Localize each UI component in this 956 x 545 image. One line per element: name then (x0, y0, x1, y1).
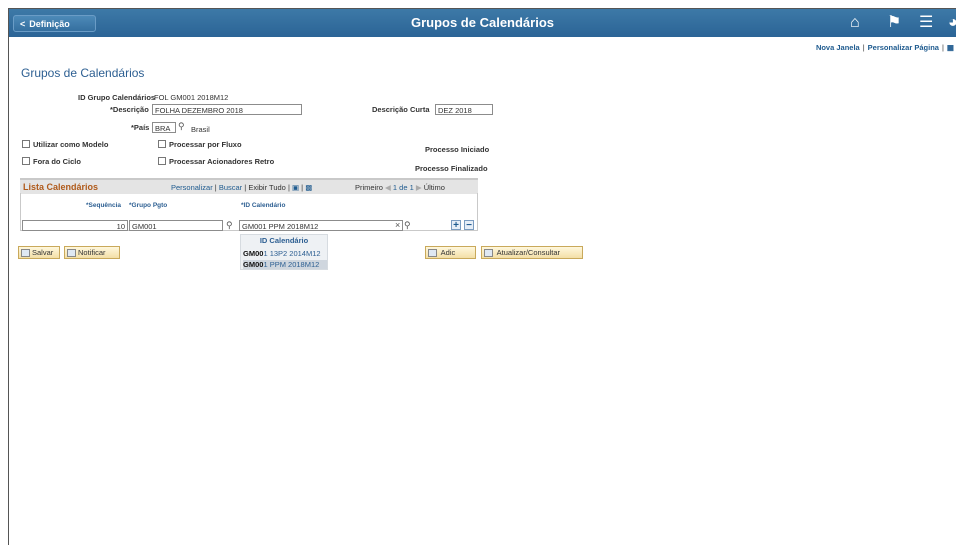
menu-icon[interactable]: ☰ (919, 14, 933, 32)
delete-row-button[interactable]: − (464, 220, 474, 231)
page-frame (8, 8, 956, 545)
col-sequencia: *Sequência (86, 202, 122, 209)
id-group-value: FOL GM001 2018M12 (154, 93, 229, 102)
save-button[interactable]: Salvar (18, 246, 60, 259)
next-icon[interactable]: ▶ (416, 183, 422, 192)
clear-icon[interactable]: × (395, 220, 400, 230)
top-navbar: < Definição Grupos de Calendários ⌂ ⚑ ☰ ◕ (9, 9, 956, 37)
page-list-icon[interactable]: ▦ (947, 43, 954, 52)
buscar-link[interactable]: Buscar (219, 183, 242, 192)
grupo-input[interactable]: GM001 (129, 220, 223, 231)
dropdown-item-selected[interactable]: GM001 PPM 2018M12 (243, 260, 327, 269)
dropdown-header: ID Calendário (259, 236, 309, 245)
id-calendario-input[interactable]: GM001 PPM 2018M12 (239, 220, 403, 231)
pais-input[interactable]: BRA (152, 122, 176, 133)
autocomplete-dropdown: ID Calendário GM001 13P2 2014M12 GM001 P… (240, 234, 328, 270)
zoom-grid-icon[interactable]: ▣ (292, 183, 299, 192)
dropdown-item[interactable]: GM001 13P2 2014M12 (243, 249, 321, 258)
col-grupo: *Grupo Pgto (129, 202, 168, 209)
update-view-button[interactable]: Atualizar/Consultar (481, 246, 583, 259)
pais-label: *País (131, 123, 150, 132)
desc-curta-label: Descrição Curta (372, 105, 430, 114)
search-icon[interactable]: ⚲ (178, 121, 185, 131)
notify-button[interactable]: Notificar (64, 246, 120, 259)
save-icon (21, 249, 30, 258)
grid-nav: Primeiro ◀ 1 de 1 ▶ Último (355, 183, 445, 192)
page-links: Nova Janela | Personalizar Página | ▦ (815, 43, 954, 52)
fluxo-label: Processar por Fluxo (169, 140, 242, 149)
navbar-icon[interactable]: ◕ (948, 14, 956, 32)
personalizar-link[interactable]: Personalizar (171, 183, 213, 192)
ultimo-label[interactable]: Último (424, 183, 445, 192)
mail-icon (67, 249, 76, 258)
update-icon (484, 249, 493, 258)
descricao-input[interactable]: FOLHA DEZEMBRO 2018 (152, 104, 302, 115)
home-icon[interactable]: ⌂ (850, 14, 860, 32)
sequencia-input[interactable]: 10 (22, 220, 128, 231)
id-group-label: ID Grupo Calendários (78, 93, 156, 102)
add-icon (428, 249, 437, 258)
desc-curta-input[interactable]: DEZ 2018 (435, 104, 493, 115)
download-grid-icon[interactable]: ▩ (305, 183, 312, 192)
grid-title: Lista Calendários (23, 182, 99, 192)
grid-header: Lista Calendários Personalizar | Buscar … (20, 178, 478, 194)
processo-iniciado-label: Processo Iniciado (425, 145, 490, 154)
processo-finalizado-label: Processo Finalizado (415, 164, 488, 173)
fora-ciclo-label: Fora do Ciclo (33, 157, 81, 166)
primeiro-label[interactable]: Primeiro (355, 183, 383, 192)
add-button[interactable]: Adic (425, 246, 476, 259)
paging-label: 1 de 1 (392, 183, 414, 192)
add-row-button[interactable]: + (451, 220, 461, 231)
flag-icon[interactable]: ⚑ (887, 14, 901, 32)
app-title: Grupos de Calendários (410, 15, 555, 30)
modelo-checkbox[interactable] (22, 140, 30, 148)
prev-icon[interactable]: ◀ (385, 183, 391, 192)
modelo-label: Utilizar como Modelo (33, 140, 109, 149)
pais-description: Brasil (191, 125, 210, 134)
grid-tools: Personalizar | Buscar | Exibir Tudo | ▣ … (171, 183, 313, 192)
search-icon[interactable]: ⚲ (226, 220, 233, 230)
retro-checkbox[interactable] (158, 157, 166, 165)
descricao-label: *Descrição (110, 105, 149, 114)
new-window-link[interactable]: Nova Janela (816, 43, 860, 52)
fluxo-checkbox[interactable] (158, 140, 166, 148)
search-icon[interactable]: ⚲ (404, 220, 411, 230)
col-id-calendario: *ID Calendário (241, 202, 286, 209)
retro-label: Processar Acionadores Retro (169, 157, 275, 166)
fora-ciclo-checkbox[interactable] (22, 157, 30, 165)
page-title: Grupos de Calendários (21, 66, 145, 80)
personalize-page-link[interactable]: Personalizar Página (868, 43, 939, 52)
exibir-tudo-link[interactable]: Exibir Tudo (248, 183, 286, 192)
